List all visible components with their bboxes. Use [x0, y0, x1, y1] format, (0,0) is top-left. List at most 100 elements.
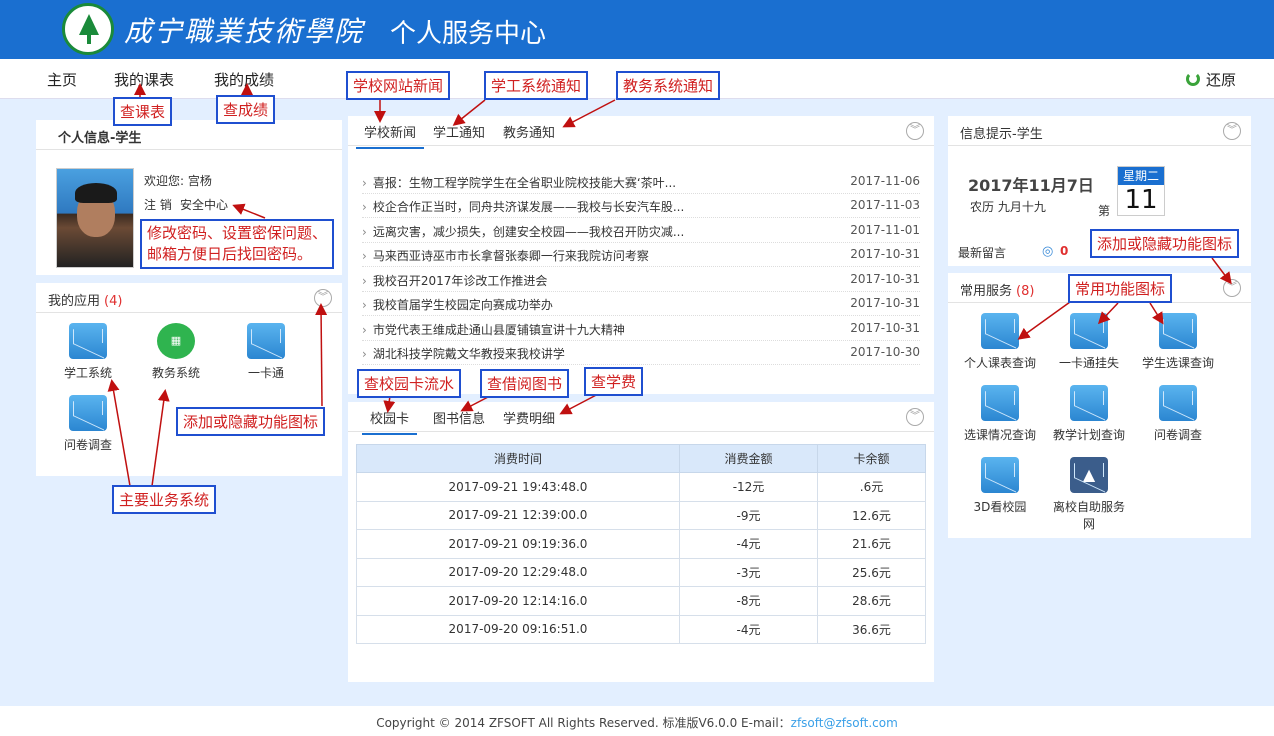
- cell-time: 2017-09-21 09:19:36.0: [356, 529, 680, 559]
- toggle-news-icon[interactable]: ︾: [906, 122, 924, 140]
- toggle-info-icon[interactable]: ︾: [1223, 122, 1241, 140]
- tab-xuegong-notice[interactable]: 学工通知: [433, 122, 485, 141]
- news-item[interactable]: 市党代表王维成赴通山县厦铺镇宣讲十九大精神 2017-10-31: [362, 317, 920, 341]
- note-password-line1: 修改密码、设置密保问题、: [147, 224, 328, 242]
- nav-my-grades[interactable]: 我的成绩: [214, 69, 274, 90]
- mail-icon: [69, 323, 107, 359]
- service-course-schedule[interactable]: 个人课表查询: [960, 313, 1040, 371]
- services-panel: 常用服务 (8) ︾ 个人课表查询 一卡通挂失 学生选课查询 选课情况查询 教学计…: [948, 273, 1251, 538]
- news-item[interactable]: 湖北科技学院戴文华教授来我校讲学 2017-10-30: [362, 341, 920, 365]
- mail-icon: [69, 395, 107, 431]
- service-label: 学生选课查询: [1141, 356, 1214, 370]
- news-panel: 学校新闻 学工通知 教务通知 ︾ 喜报：生物工程学院学生在全省职业院校技能大赛‘…: [348, 116, 934, 394]
- profile-title-text: 个人信息-学生: [58, 131, 142, 146]
- cell-time: 2017-09-21 19:43:48.0: [356, 472, 680, 502]
- service-label: 离校自助服务网: [1052, 500, 1125, 531]
- col-balance: 卡余额: [817, 444, 926, 473]
- table-row: 2017-09-20 09:16:51.0 -4元 36.6元: [356, 614, 926, 644]
- cell-time: 2017-09-20 09:16:51.0: [356, 614, 680, 644]
- table-row: 2017-09-21 19:43:48.0 -12元 .6元: [356, 472, 926, 502]
- note-jiaowu-notice: 教务系统通知: [616, 71, 721, 100]
- security-center-link[interactable]: 安全中心: [180, 196, 228, 213]
- news-item[interactable]: 喜报：生物工程学院学生在全省职业院校技能大赛‘茶叶... 2017-11-06: [362, 170, 920, 194]
- cell-balance: 21.6元: [817, 529, 926, 559]
- service-teaching-plan[interactable]: 教学计划查询: [1049, 385, 1129, 443]
- nav-my-courses[interactable]: 我的课表: [114, 69, 174, 90]
- card-transactions-table: 消费时间 消费金额 卡余额 2017-09-21 19:43:48.0 -12元.…: [356, 444, 926, 644]
- toggle-services-icon[interactable]: ︾: [1223, 279, 1241, 297]
- news-date: 2017-10-30: [850, 345, 920, 359]
- my-apps-count: (4): [104, 294, 123, 309]
- note-check-grades: 查成绩: [216, 95, 276, 124]
- cell-time: 2017-09-20 12:29:48.0: [356, 557, 680, 587]
- news-date: 2017-10-31: [850, 296, 920, 310]
- logout-link[interactable]: 注 销: [144, 196, 172, 213]
- service-graduation[interactable]: ▲ 离校自助服务网: [1049, 457, 1129, 532]
- message-count[interactable]: 0: [1060, 244, 1068, 258]
- service-label: 3D看校园: [973, 500, 1027, 514]
- mail-icon: [1159, 313, 1197, 349]
- my-apps-panel: 我的应用 (4) ︾ 学工系统 ▦ 教务系统 一卡通 问卷调查: [36, 283, 342, 476]
- tab-tuition[interactable]: 学费明细: [503, 408, 555, 427]
- news-header: 学校新闻 学工通知 教务通知 ︾: [348, 116, 934, 149]
- cell-amount: -4元: [679, 529, 818, 559]
- service-survey[interactable]: 问卷调查: [1138, 385, 1218, 443]
- services-title: 常用服务 (8): [960, 280, 1034, 299]
- news-title: 市党代表王维成赴通山县厦铺镇宣讲十九大精神: [362, 321, 842, 338]
- news-date: 2017-10-31: [850, 272, 920, 286]
- tab-school-news[interactable]: 学校新闻: [356, 122, 425, 149]
- news-item[interactable]: 我校召开2017年诊改工作推进会 2017-10-31: [362, 268, 920, 292]
- service-label: 一卡通挂失: [1058, 356, 1119, 370]
- my-apps-title: 我的应用 (4): [48, 290, 122, 309]
- service-course-status[interactable]: 选课情况查询: [960, 385, 1040, 443]
- cell-time: 2017-09-20 12:14:16.0: [356, 586, 680, 616]
- app-label: 教务系统: [151, 366, 200, 380]
- tab-jiaowu-notice[interactable]: 教务通知: [503, 122, 555, 141]
- grid-icon: ▦: [157, 323, 195, 359]
- news-item[interactable]: 远离灾害，减少损失，创建安全校园——我校召开防灾减... 2017-11-01: [362, 219, 920, 243]
- mail-icon: [981, 313, 1019, 349]
- tab-campus-card[interactable]: 校园卡: [362, 408, 418, 435]
- mail-icon: [1070, 313, 1108, 349]
- app-xuegong[interactable]: 学工系统: [48, 323, 128, 381]
- news-item[interactable]: 校企合作正当时，同舟共济谋发展——我校与长安汽车股... 2017-11-03: [362, 194, 920, 218]
- toggle-card-icon[interactable]: ︾: [906, 408, 924, 426]
- mail-icon: [981, 457, 1019, 493]
- col-time: 消费时间: [356, 444, 680, 473]
- cell-balance: 25.6元: [817, 557, 926, 587]
- service-card-loss[interactable]: 一卡通挂失: [1049, 313, 1129, 371]
- news-item[interactable]: 我校首届学生校园定向赛成功举办 2017-10-31: [362, 292, 920, 316]
- cell-amount: -9元: [679, 500, 818, 530]
- news-title: 远离灾害，减少损失，创建安全校园——我校召开防灾减...: [362, 223, 842, 240]
- calendar-widget: 星期二 11: [1117, 166, 1165, 216]
- news-date: 2017-10-31: [850, 321, 920, 335]
- news-item[interactable]: 马来西亚诗巫市市长拿督张泰卿一行来我院访问考察 2017-10-31: [362, 243, 920, 267]
- app-label: 学工系统: [63, 366, 112, 380]
- cell-amount: -8元: [679, 586, 818, 616]
- note-library: 查借阅图书: [480, 369, 570, 398]
- news-title: 校企合作正当时，同舟共济谋发展——我校与长安汽车股...: [362, 198, 842, 215]
- app-jiaowu[interactable]: ▦ 教务系统: [136, 323, 216, 381]
- email-link[interactable]: zfsoft@zfsoft.com: [791, 716, 898, 730]
- app-survey[interactable]: 问卷调查: [48, 395, 128, 453]
- cell-amount: -3元: [679, 557, 818, 587]
- service-course-select[interactable]: 学生选课查询: [1138, 313, 1218, 371]
- toggle-apps-icon[interactable]: ︾: [314, 289, 332, 307]
- service-label: 选课情况查询: [963, 428, 1036, 442]
- message-bubble-icon[interactable]: ◎: [1042, 244, 1053, 259]
- footer: Copyright © 2014 ZFSOFT All Rights Reser…: [0, 706, 1274, 736]
- profile-title: 个人信息-学生: [58, 127, 141, 146]
- table-row: 2017-09-21 12:39:00.0 -9元 12.6元: [356, 500, 926, 530]
- service-3d-campus[interactable]: 3D看校园: [960, 457, 1040, 515]
- note-xuegong-notice: 学工系统通知: [484, 71, 589, 100]
- restore-button[interactable]: 还原: [1185, 69, 1236, 90]
- latest-messages-label: 最新留言: [958, 246, 1007, 260]
- nav-home[interactable]: 主页: [47, 69, 77, 90]
- app-card[interactable]: 一卡通: [226, 323, 306, 381]
- note-password: 修改密码、设置密保问题、 邮箱方便日后找回密码。: [140, 219, 335, 269]
- top-banner: 成宁職業技術學院 个人服务中心: [0, 0, 1274, 59]
- tab-library[interactable]: 图书信息: [433, 408, 485, 427]
- note-tuition: 查学费: [584, 367, 644, 396]
- mail-icon: [981, 385, 1019, 421]
- note-toggle-info: 添加或隐藏功能图标: [1090, 229, 1240, 258]
